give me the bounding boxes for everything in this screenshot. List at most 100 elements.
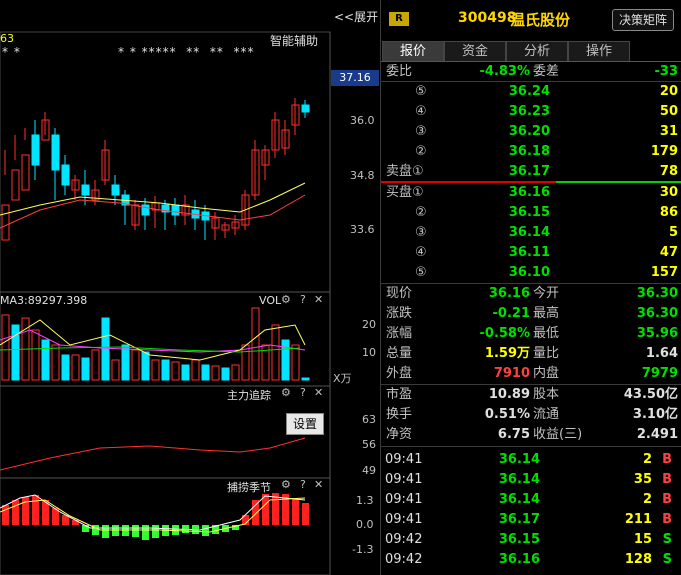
order-row[interactable]: ② 36.18 179 [381,142,681,162]
tick-volume: 128 [624,552,652,567]
ma-value-label: MA3:89297.398 [0,294,88,307]
tick-volume: 15 [633,532,652,547]
quote-tabs: 报价 资金 分析 操作 [381,41,681,61]
tick-row[interactable]: 09:41 36.17 211 B [381,510,681,530]
order-volume: 20 [659,84,678,99]
quote-row: 涨幅 -0.58% 最低 35.96 [381,324,681,344]
order-row[interactable]: 卖盘① 36.17 78 [381,162,681,182]
volume-bar [171,361,180,381]
vol-title: VOL [259,294,282,307]
quote-value: 1.59万 [484,346,530,361]
quote-row: 现价 36.16 今开 36.30 [381,284,681,304]
quote-label: 现价 [386,286,413,301]
tick-price: 36.14 [498,452,540,467]
tick-row[interactable]: 09:41 36.14 35 B [381,470,681,490]
expand-button[interactable]: <<展开 [334,8,378,25]
volume-bar [301,377,310,381]
tab-analysis[interactable]: 分析 [506,41,568,61]
tick-price: 36.16 [498,552,540,567]
order-row[interactable]: ⑤ 36.24 20 [381,82,681,102]
tick-price: 36.14 [498,492,540,507]
fundamental-label: 净资 [386,427,413,442]
weicha-label: 委差 [533,64,560,79]
volume-bar [151,359,160,381]
order-row[interactable]: ③ 36.20 31 [381,122,681,142]
fundamental-row: 换手 0.51% 流通 3.10亿 [381,405,681,425]
fundamental-label: 流通 [533,407,560,422]
volume-bar [221,367,230,381]
tab-quote[interactable]: 报价 [382,41,444,61]
help-icon[interactable]: ? [300,478,306,491]
volume-bar [291,344,300,381]
gear-icon[interactable]: ⚙ [281,386,291,399]
candle-body [11,169,20,201]
close-icon[interactable]: ✕ [314,386,323,399]
r-badge: R [389,12,409,26]
stock-code: 300498 [458,10,517,26]
tab-operate[interactable]: 操作 [568,41,630,61]
quote-label: 最高 [533,306,560,321]
order-level: 买盘① [386,185,424,200]
tick-price: 36.15 [498,532,540,547]
candle-body [141,204,150,216]
order-price: 36.23 [508,104,550,119]
price-axis-label: 34.8 [350,169,375,182]
tab-funds[interactable]: 资金 [444,41,506,61]
order-row[interactable]: ③ 36.14 5 [381,223,681,243]
volume-bar [61,354,70,381]
help-icon[interactable]: ? [300,386,306,399]
tick-row[interactable]: 09:42 36.16 128 S [381,550,681,570]
order-row[interactable]: 买盘① 36.16 30 [381,183,681,203]
fundamental-row: 净资 6.75 收益(三) 2.491 [381,425,681,445]
ma-line-long [0,194,306,229]
season-bar [302,503,309,525]
tick-row[interactable]: 09:42 36.15 15 S [381,530,681,550]
tick-row[interactable]: 09:41 36.14 2 B [381,450,681,470]
fundamental-value: 3.10亿 [632,407,678,422]
order-row[interactable]: ⑤ 36.10 157 [381,263,681,283]
gear-icon[interactable]: ⚙ [281,478,291,491]
quote-row: 总量 1.59万 量比 1.64 [381,344,681,364]
tick-row[interactable]: 09:41 36.14 2 B [381,490,681,510]
close-icon[interactable]: ✕ [314,293,323,306]
close-icon[interactable]: ✕ [314,478,323,491]
order-volume: 30 [659,185,678,200]
order-row[interactable]: ② 36.15 86 [381,203,681,223]
season-bar [202,525,209,536]
stock-header: R 300498 温氏股份 决策矩阵 [381,0,681,40]
help-icon[interactable]: ? [300,293,306,306]
gear-icon[interactable]: ⚙ [281,293,291,306]
volume-bar [161,359,170,381]
vol-axis-label: 20 [362,318,376,331]
order-price: 36.24 [508,84,550,99]
order-volume: 157 [650,265,678,280]
fundamental-label: 股本 [533,387,560,402]
order-level: ③ [415,124,427,139]
order-level: ② [415,144,427,159]
candle-body [51,134,60,171]
zl-axis-label: 63 [362,413,376,426]
stock-name: 温氏股份 [510,11,571,29]
order-volume: 78 [659,164,678,179]
order-price: 36.20 [508,124,550,139]
settings-button[interactable]: 设置 [286,413,324,435]
season-bar [22,497,29,525]
volume-bar [141,351,150,381]
signal-stars-1: * * [2,45,21,59]
volume-bar [231,364,240,381]
zl-axis-label: 49 [362,464,376,477]
decision-matrix-button[interactable]: 决策矩阵 [612,9,674,31]
season-bar [12,500,19,525]
quote-label: 总量 [386,346,413,361]
candlestick-series [1,98,310,241]
fundamental-value: 0.51% [484,407,530,422]
tick-time: 09:42 [385,532,423,547]
chart-panel: <<展开 63 智能辅助 * * * * ***** ** ** *** 37.… [0,0,380,575]
order-row[interactable]: ④ 36.23 50 [381,102,681,122]
vol-axis-label: 10 [362,346,376,359]
quote-label: 内盘 [533,366,560,381]
quote-value: 36.16 [488,286,530,301]
order-row[interactable]: ④ 36.11 47 [381,243,681,263]
order-price: 36.16 [508,185,550,200]
volume-bar [1,314,10,381]
